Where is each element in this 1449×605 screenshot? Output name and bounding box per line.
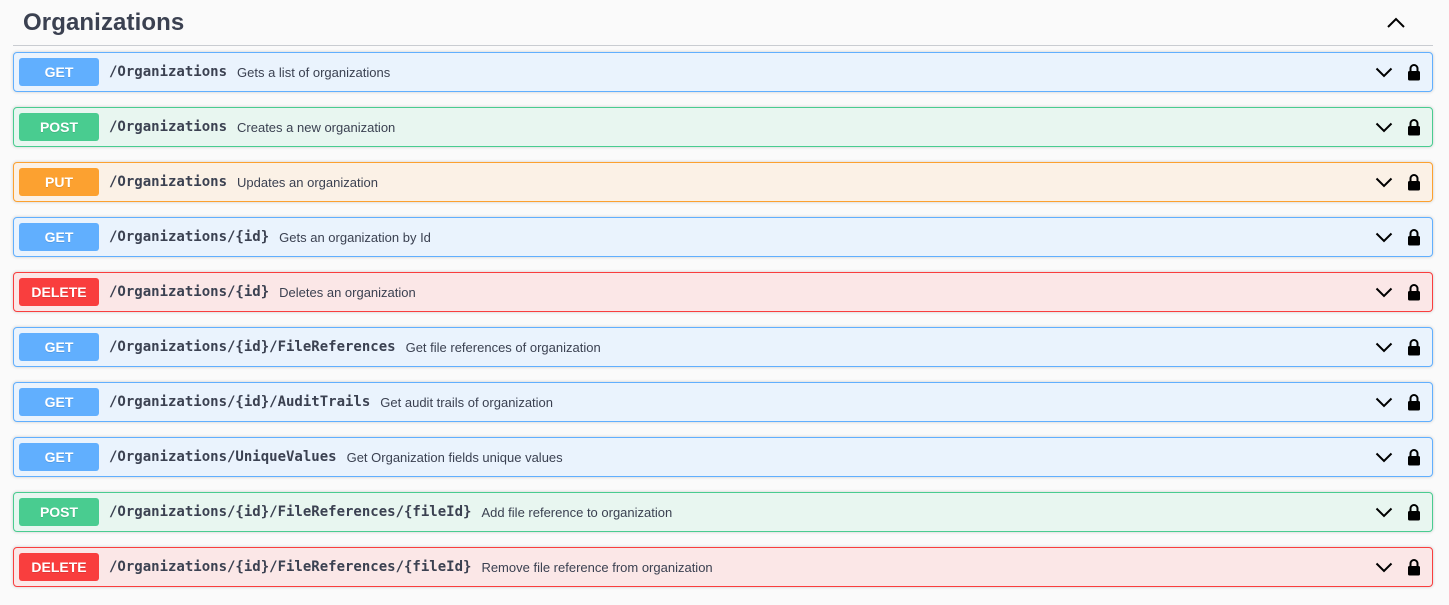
operation-path: /Organizations/{id}/FileReferences/{file… [109,559,472,575]
lock-icon[interactable] [1406,172,1422,192]
operation-path: /Organizations/{id} [109,284,270,300]
operation-controls [1374,548,1422,586]
method-badge: PUT [19,168,99,196]
operation-block[interactable]: PUT /Organizations Updates an organizati… [13,162,1433,202]
method-badge: GET [19,58,99,86]
operation-controls [1374,108,1422,146]
chevron-down-icon[interactable] [1374,557,1394,577]
operation-block[interactable]: GET /Organizations/UniqueValues Get Orga… [13,437,1433,477]
operation-summary: Remove file reference from organization [481,559,713,575]
operations-list: GET /Organizations Gets a list of organi… [13,52,1433,587]
method-badge: DELETE [19,278,99,306]
chevron-down-icon[interactable] [1374,447,1394,467]
operation-controls [1374,438,1422,476]
tag-section-organizations: Organizations GET /Organizations Gets a … [13,0,1433,602]
operation-path: /Organizations/{id}/FileReferences [109,339,396,355]
lock-icon[interactable] [1406,227,1422,247]
operation-summary: Gets a list of organizations [237,64,391,80]
tag-title: Organizations [23,8,185,36]
operation-path: /Organizations [109,119,228,135]
operation-controls [1374,383,1422,421]
operation-block[interactable]: GET /Organizations/{id}/AuditTrails Get … [13,382,1433,422]
operation-path: /Organizations/UniqueValues [109,449,337,465]
operation-controls [1374,218,1422,256]
chevron-down-icon[interactable] [1374,502,1394,522]
chevron-down-icon[interactable] [1374,117,1394,137]
operation-summary: Get file references of organization [405,339,601,355]
tag-header[interactable]: Organizations [13,0,1433,46]
operation-block[interactable]: GET /Organizations/{id}/FileReferences G… [13,327,1433,367]
chevron-down-icon[interactable] [1374,62,1394,82]
chevron-down-icon[interactable] [1374,172,1394,192]
operation-summary: Get audit trails of organization [380,394,554,410]
operation-summary: Add file reference to organization [481,504,673,520]
lock-icon[interactable] [1406,337,1422,357]
operation-block[interactable]: GET /Organizations Gets a list of organi… [13,52,1433,92]
operation-path: /Organizations [109,174,228,190]
operation-block[interactable]: POST /Organizations/{id}/FileReferences/… [13,492,1433,532]
operation-summary: Gets an organization by Id [279,229,431,245]
method-badge: GET [19,443,99,471]
operation-block[interactable]: GET /Organizations/{id} Gets an organiza… [13,217,1433,257]
chevron-down-icon[interactable] [1374,337,1394,357]
operation-controls [1374,163,1422,201]
method-badge: POST [19,498,99,526]
method-badge: GET [19,333,99,361]
operation-summary: Updates an organization [237,174,378,190]
method-badge: GET [19,223,99,251]
operation-path: /Organizations/{id} [109,229,270,245]
lock-icon[interactable] [1406,447,1422,467]
operation-controls [1374,493,1422,531]
method-badge: GET [19,388,99,416]
lock-icon[interactable] [1406,392,1422,412]
operation-path: /Organizations/{id}/AuditTrails [109,394,371,410]
operation-block[interactable]: POST /Organizations Creates a new organi… [13,107,1433,147]
operation-path: /Organizations [109,64,228,80]
lock-icon[interactable] [1406,117,1422,137]
lock-icon[interactable] [1406,62,1422,82]
method-badge: POST [19,113,99,141]
chevron-down-icon[interactable] [1374,282,1394,302]
operation-controls [1374,53,1422,91]
method-badge: DELETE [19,553,99,581]
operation-summary: Get Organization fields unique values [346,449,563,465]
chevron-down-icon[interactable] [1374,392,1394,412]
operation-summary: Creates a new organization [237,119,396,135]
lock-icon[interactable] [1406,502,1422,522]
lock-icon[interactable] [1406,282,1422,302]
operation-summary: Deletes an organization [279,284,416,300]
operation-block[interactable]: DELETE /Organizations/{id}/FileReference… [13,547,1433,587]
chevron-down-icon[interactable] [1374,227,1394,247]
operation-path: /Organizations/{id}/FileReferences/{file… [109,504,472,520]
operation-controls [1374,328,1422,366]
operation-block[interactable]: DELETE /Organizations/{id} Deletes an or… [13,272,1433,312]
operation-controls [1374,273,1422,311]
lock-icon[interactable] [1406,557,1422,577]
chevron-up-icon[interactable] [1381,8,1411,38]
